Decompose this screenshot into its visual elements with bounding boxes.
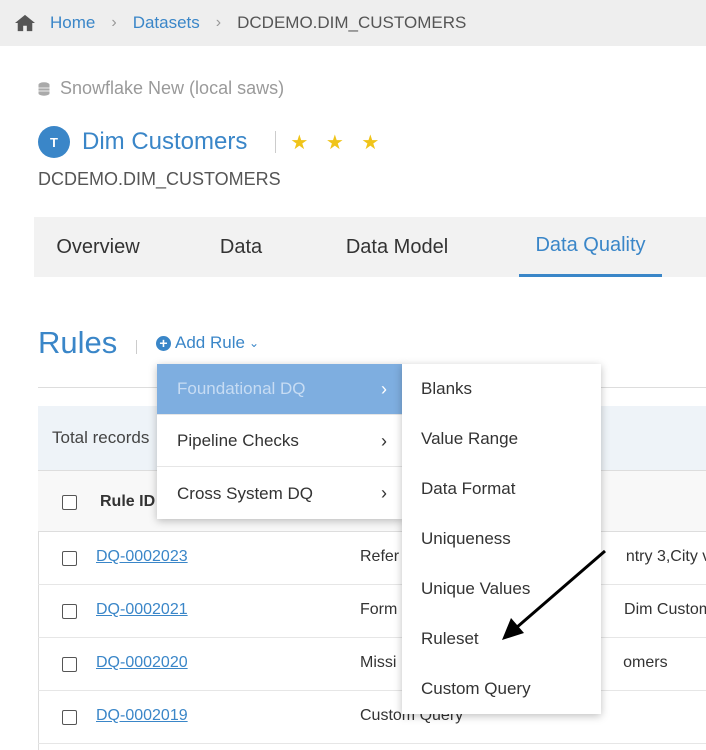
menu-item-foundational-dq[interactable]: Foundational DQ › [157,364,403,415]
submenu-item-custom-query[interactable]: Custom Query [402,664,601,714]
table-row: DQ-0002021 Form Dim Customer [38,585,706,638]
breadcrumb-home[interactable]: Home [50,13,95,33]
dataset-subtitle: DCDEMO.DIM_CUSTOMERS [38,169,281,189]
add-rule-menu: Foundational DQ › Pipeline Checks › Cros… [157,364,403,519]
submenu-item-ruleset[interactable]: Ruleset [402,614,601,664]
submenu-item-data-format[interactable]: Data Format [402,464,601,514]
menu-item-label: Cross System DQ [177,483,314,503]
rules-divider [136,340,137,354]
rules-heading: Rules [38,325,118,360]
home-icon[interactable] [14,13,36,33]
submenu-item-unique-values[interactable]: Unique Values [402,564,601,614]
breadcrumb-datasets[interactable]: Datasets [133,13,200,33]
row-checkbox[interactable] [62,710,77,725]
dataset-title-row: T Dim Customers ★ ★ ★ [38,126,385,158]
dataset-source: Snowflake New (local saws) [38,78,284,99]
rule-id-link[interactable]: DQ-0002021 [96,601,188,619]
chevron-down-icon: ⌄ [248,336,259,350]
table-row: DQ-0002020 Missi omers [38,638,706,691]
dataset-source-label[interactable]: Snowflake New (local saws) [60,78,284,99]
rule-id-link[interactable]: DQ-0002020 [96,654,188,672]
select-all-checkbox[interactable] [62,495,77,510]
submenu-item-uniqueness[interactable]: Uniqueness [402,514,601,564]
chevron-right-icon: › [381,430,387,451]
plus-circle-icon: + [156,335,171,351]
chevron-right-icon: › [381,483,387,503]
page-title: Dim Customers [82,128,248,155]
breadcrumb: Home › Datasets › DCDEMO.DIM_CUSTOMERS [0,0,706,46]
breadcrumb-separator-icon: › [111,14,117,31]
table-row: DQ-0002019 Custom Query [38,691,706,744]
rule-id-link[interactable]: DQ-0002019 [96,707,188,725]
menu-item-label: Pipeline Checks [177,431,299,450]
submenu-item-blanks[interactable]: Blanks [402,364,601,414]
column-rule-id[interactable]: Rule ID [100,493,155,511]
menu-item-pipeline-checks[interactable]: Pipeline Checks › [157,416,403,467]
tab-data-model[interactable]: Data Model [340,217,454,277]
foundational-dq-submenu: Blanks Value Range Data Format Uniquenes… [402,364,601,714]
add-rule-button[interactable]: + Add Rule ⌄ [156,333,259,353]
total-records-label: Total records [52,428,150,447]
menu-item-cross-system-dq[interactable]: Cross System DQ › [157,468,403,519]
tab-overview[interactable]: Overview [54,217,142,277]
tab-data-quality[interactable]: Data Quality [519,217,662,277]
title-divider [275,131,277,153]
tab-data[interactable]: Data [216,217,266,277]
row-checkbox[interactable] [62,551,77,566]
table-row: DQ-0002023 Refer ntry 3,City valu [38,532,706,585]
row-checkbox[interactable] [62,657,77,672]
submenu-item-value-range[interactable]: Value Range [402,414,601,464]
breadcrumb-current: DCDEMO.DIM_CUSTOMERS [237,13,467,32]
chevron-right-icon: › [381,378,387,399]
add-rule-label: Add Rule [175,333,245,352]
breadcrumb-separator-icon: › [215,14,222,31]
database-icon [38,81,50,96]
row-checkbox[interactable] [62,604,77,619]
dataset-avatar: T [38,126,70,158]
tab-bar: Overview Data Data Model Data Quality [34,217,706,277]
star-rating[interactable]: ★ ★ ★ [290,130,385,155]
menu-item-label: Foundational DQ [177,379,306,398]
rule-id-link[interactable]: DQ-0002023 [96,548,188,566]
